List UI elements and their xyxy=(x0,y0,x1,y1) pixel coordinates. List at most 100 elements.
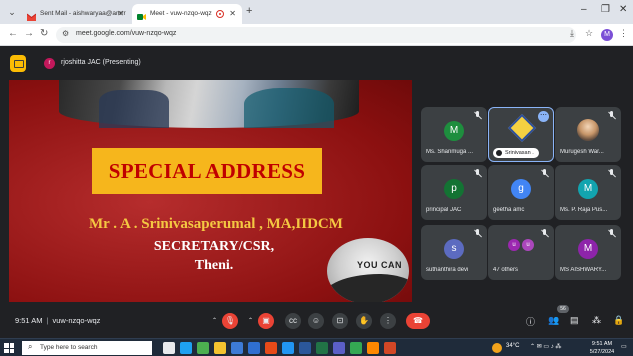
presenter-avatar: r xyxy=(44,58,55,69)
participant-avatar: p xyxy=(444,179,464,199)
stacked-avatar: u xyxy=(508,239,520,251)
slide-speaker-role: SECRETARY/CSR, xyxy=(153,239,275,254)
tile-more-options-icon[interactable]: ⋯ xyxy=(538,111,549,122)
camera-off-button[interactable]: ▣ xyxy=(258,313,274,329)
more-options-button[interactable]: ⋮ xyxy=(380,313,396,329)
participant-name: principal JAC xyxy=(426,207,462,213)
weather-icon[interactable] xyxy=(492,343,502,353)
participant-tile[interactable]: M Ms. P. Raja Pus... xyxy=(555,165,621,220)
bookmark-star-icon[interactable]: ☆ xyxy=(585,28,593,39)
participant-name: 47 others xyxy=(493,267,519,273)
windows-taskbar: ⌕ Type here to search 34°C ⌃ ✉ ▭ ♪ ⁂ 9:5… xyxy=(0,338,633,356)
participant-tile[interactable]: p principal JAC xyxy=(421,165,487,220)
back-arrow-icon[interactable]: ← xyxy=(8,28,18,39)
host-controls-icon[interactable]: 🔒 xyxy=(613,315,624,326)
browser-tab-strip: ⌄ Sent Mail - aishwaryaa@amrr ✕ Meet - v… xyxy=(0,0,633,24)
taskbar-search-placeholder: Type here to search xyxy=(40,344,98,351)
activities-icon[interactable]: ⁂ xyxy=(592,315,601,326)
new-tab-button[interactable]: + xyxy=(246,5,252,17)
vscode-icon[interactable] xyxy=(282,342,294,354)
participant-avatar: M xyxy=(444,121,464,141)
meeting-info: 9:51 AM | vuw-nzqo-wqz xyxy=(15,316,100,325)
slide-logo-text: YOU CAN xyxy=(357,260,403,270)
recording-icon xyxy=(216,10,224,18)
participant-tile[interactable]: Murugesh War... xyxy=(555,107,621,162)
url-text: meet.google.com/vuw-nzqo-wqz xyxy=(76,30,177,37)
participant-name: Ms. Shanmuga ... xyxy=(426,149,474,155)
chat-icon[interactable]: ▤ xyxy=(570,315,579,326)
mic-off-icon xyxy=(473,169,482,178)
present-screen-button[interactable]: ⊡ xyxy=(332,313,348,329)
word-icon[interactable] xyxy=(299,342,311,354)
mic-muted-button[interactable]: 🎙 xyxy=(222,313,238,329)
minimize-icon[interactable]: – xyxy=(581,4,587,15)
teams-icon[interactable] xyxy=(333,342,345,354)
photos-icon[interactable] xyxy=(265,342,277,354)
close-tab-icon[interactable]: ✕ xyxy=(229,4,236,24)
tab-meet[interactable]: Meet - vuw-nzqo-wqz ✕ xyxy=(132,4,242,24)
site-info-icon[interactable]: ⚙ xyxy=(62,29,69,38)
participant-tile[interactable]: ⋯ Srinivasan . xyxy=(488,107,554,162)
mic-off-icon xyxy=(473,229,482,238)
meeting-controls: 9:51 AM | vuw-nzqo-wqz ⌃ 🎙 ⌃ ▣ cc ☺ ⊡ ✋ ⋮ … xyxy=(0,304,633,337)
close-tab-icon[interactable]: ✕ xyxy=(117,4,124,24)
participant-name: geetha amc xyxy=(493,207,525,213)
forward-arrow-icon[interactable]: → xyxy=(24,28,34,39)
tab-title: Sent Mail - aishwaryaa@amrr xyxy=(40,10,126,17)
reload-icon[interactable]: ↻ xyxy=(40,28,48,39)
slide-speaker-city: Theni. xyxy=(194,258,234,273)
meeting-details-icon[interactable]: ⓘ xyxy=(526,315,535,328)
participant-tile[interactable]: s suthanthira devi xyxy=(421,225,487,280)
notifications-icon[interactable]: ▭ xyxy=(621,343,627,350)
tab-sent-mail[interactable]: Sent Mail - aishwaryaa@amrr ✕ xyxy=(22,4,130,24)
participant-tile[interactable]: M MS AISHWARY... xyxy=(555,225,621,280)
participant-tile[interactable]: u u 47 others xyxy=(488,225,554,280)
store-icon[interactable] xyxy=(231,342,243,354)
address-bar[interactable]: ⚙ meet.google.com/vuw-nzqo-wqz xyxy=(56,27,576,43)
mic-options-chevron-icon[interactable]: ⌃ xyxy=(210,313,219,329)
powerpoint-icon[interactable] xyxy=(384,342,396,354)
mail-icon[interactable] xyxy=(248,342,260,354)
menu-kebab-icon[interactable]: ⋮ xyxy=(619,28,628,39)
tab-search-chevron-icon[interactable]: ⌄ xyxy=(6,6,18,18)
browser-toolbar: ← → ↻ ⚙ meet.google.com/vuw-nzqo-wqz ⤓ ☆… xyxy=(0,24,633,46)
taskbar-clock[interactable]: 9:51 AM 5/27/2024 xyxy=(587,340,617,356)
gmail-icon xyxy=(26,10,37,21)
file-explorer-icon[interactable] xyxy=(214,342,226,354)
mic-off-icon xyxy=(607,111,616,120)
people-icon[interactable]: 👥 xyxy=(548,315,559,326)
slide-header-photo xyxy=(59,80,359,128)
raise-hand-button[interactable]: ✋ xyxy=(356,313,372,329)
search-icon: ⌕ xyxy=(28,342,33,351)
meet-window: r rjoshitta JAC (Presenting) SPECIAL ADD… xyxy=(0,47,633,337)
chrome-icon[interactable] xyxy=(197,342,209,354)
presentation-icon[interactable] xyxy=(10,55,26,72)
chrome-active-icon[interactable] xyxy=(350,342,362,354)
emoji-button[interactable]: ☺ xyxy=(308,313,324,329)
edge-icon[interactable] xyxy=(180,342,192,354)
participant-avatar: s xyxy=(444,239,464,259)
participant-avatar: M xyxy=(578,239,598,259)
windows-start-icon[interactable] xyxy=(4,343,14,353)
maximize-icon[interactable]: ❐ xyxy=(601,4,610,15)
close-window-icon[interactable]: ✕ xyxy=(619,4,627,15)
mic-off-icon xyxy=(540,229,549,238)
participant-tile[interactable]: g geetha amc xyxy=(488,165,554,220)
participant-name: Ms. P. Raja Pus... xyxy=(560,207,608,213)
system-tray-icons[interactable]: ⌃ ✉ ▭ ♪ ⁂ xyxy=(530,343,561,350)
excel-icon[interactable] xyxy=(316,342,328,354)
participant-name: Murugesh War... xyxy=(560,149,604,155)
leave-call-button[interactable]: ☎ xyxy=(406,313,430,329)
presenter-label: rjoshitta JAC (Presenting) xyxy=(61,59,141,66)
slide-logo-image: YOU CAN xyxy=(327,238,409,302)
download-icon[interactable]: ⤓ xyxy=(570,28,574,39)
participant-tile[interactable]: M Ms. Shanmuga ... xyxy=(421,107,487,162)
taskbar-search-box[interactable]: ⌕ Type here to search xyxy=(22,341,152,355)
vlc-icon[interactable] xyxy=(367,342,379,354)
participant-avatar-photo xyxy=(577,119,599,141)
profile-avatar[interactable]: M xyxy=(601,29,613,41)
task-view-icon[interactable] xyxy=(163,342,175,354)
captions-button[interactable]: cc xyxy=(285,313,301,329)
meeting-time: 9:51 AM xyxy=(15,316,43,325)
camera-options-chevron-icon[interactable]: ⌃ xyxy=(246,313,255,329)
